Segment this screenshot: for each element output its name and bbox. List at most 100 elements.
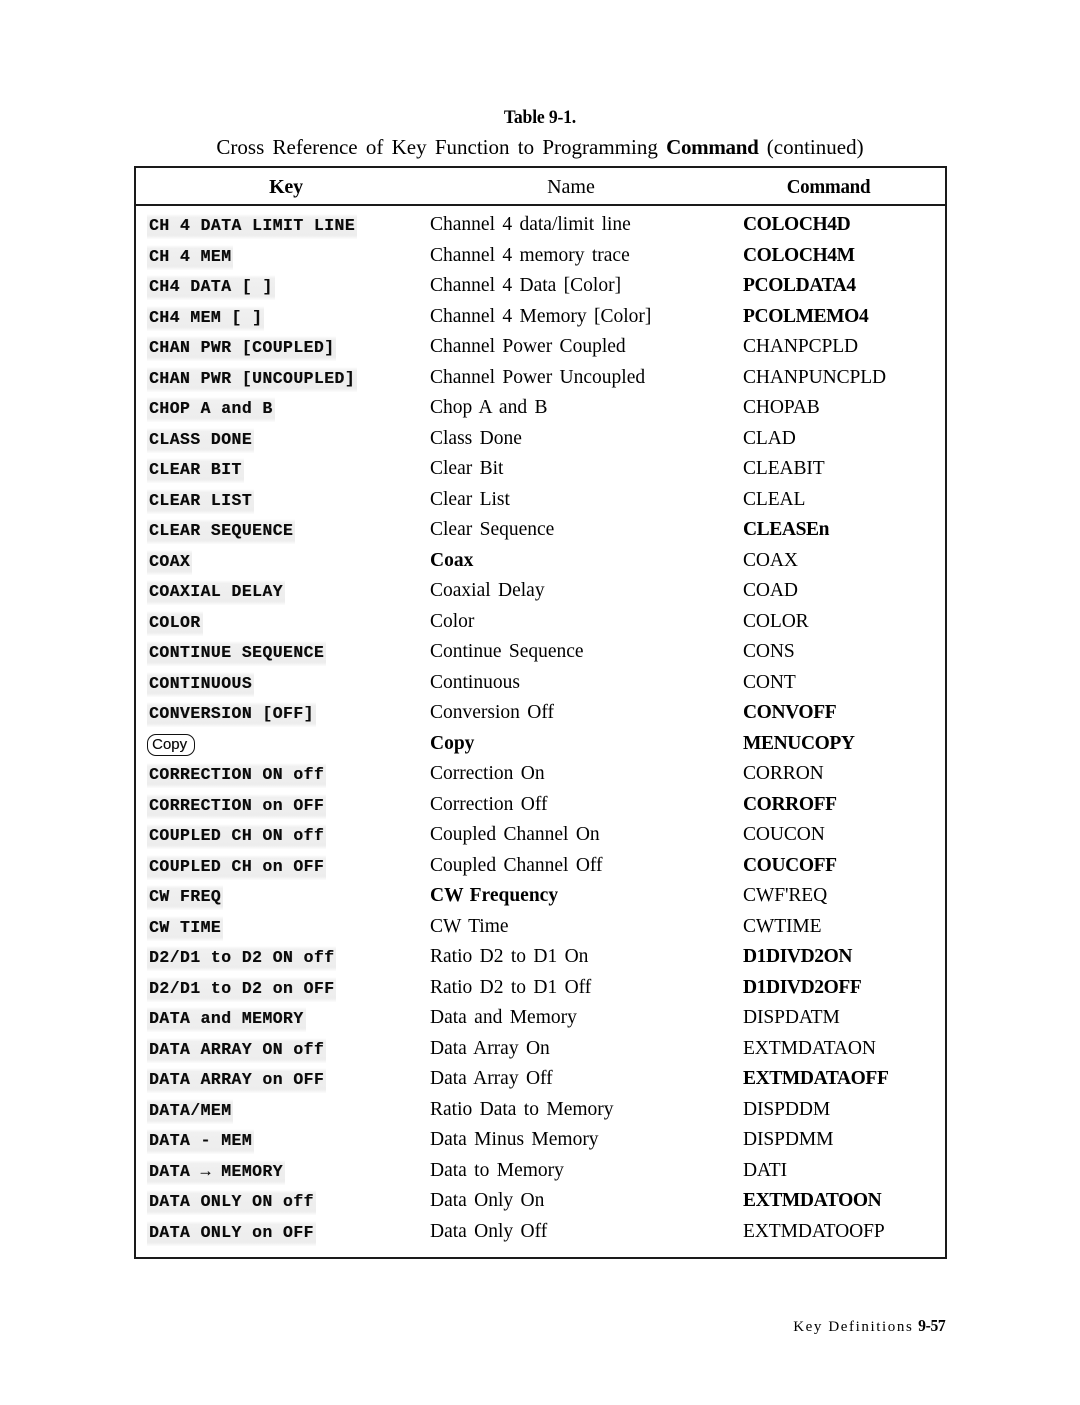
- table-row: DATA ONLY ON off Data Only On EXTMDATOON: [136, 1187, 945, 1218]
- table-row: CH4 DATA [ ] Channel 4 Data [Color] PCOLDA…: [136, 272, 945, 303]
- table-row: CH 4 MEM Channel 4 memory trace COLOCH4M: [136, 242, 945, 273]
- key-function-name: Chop A and B: [430, 397, 548, 418]
- key-function-name: Channel 4 data/limit line: [430, 214, 631, 235]
- table-row: CONVERSION [OFF] Conversion Off CONVOFF: [136, 699, 945, 730]
- table-row: COAXIAL DELAY Coaxial Delay COAD: [136, 577, 945, 608]
- key-function-name: Correction Off: [430, 793, 548, 815]
- programming-command: COUCOFF: [743, 854, 837, 876]
- key-function-name: Coaxial Delay: [430, 580, 545, 601]
- softkey-label: COUPLED CH ON off: [147, 824, 327, 849]
- programming-command: DISPDMM: [743, 1129, 834, 1150]
- key-function-name: Data and Memory: [430, 1007, 577, 1028]
- table-row: CW FREQ CW Frequency CWF'REQ: [136, 882, 945, 913]
- table-row: CH4 MEM [ ] Channel 4 Memory [Color] PCOLM…: [136, 303, 945, 334]
- programming-command: COLOCH4M: [743, 244, 855, 266]
- softkey-label: CHAN PWR [UNCOUPLED]: [147, 366, 358, 392]
- table-title-block: Table 9-1. Cross Reference of Key Functi…: [0, 106, 1080, 162]
- softkey-label: DATA - MEM: [147, 1129, 255, 1154]
- table-row: CLEAR SEQUENCE Clear Sequence CLEASEn: [136, 516, 945, 547]
- key-function-name: Channel 4 Data [Color]: [430, 275, 622, 296]
- softkey-label: CLEAR SEQUENCE: [147, 519, 296, 544]
- programming-command: CLEABIT: [743, 458, 825, 479]
- programming-command: PCOLMEMO4: [743, 305, 869, 327]
- table-header-row: Key Name Command: [136, 168, 945, 206]
- table-row: CORRECTION on OFF Correction Off CORROFF: [136, 791, 945, 822]
- programming-command: CORROFF: [743, 793, 837, 815]
- softkey-label: DATA ONLY on OFF: [147, 1220, 316, 1246]
- key-function-name: Copy: [430, 732, 475, 754]
- softkey-label: CONTINUOUS: [147, 671, 255, 697]
- programming-command: CONVOFF: [743, 702, 837, 723]
- key-function-name: Ratio D2 to D1 On: [430, 946, 589, 967]
- programming-command: DISPDATM: [743, 1007, 840, 1028]
- key-function-name: Ratio D2 to D1 Off: [430, 976, 592, 998]
- programming-command: COAD: [743, 580, 798, 601]
- table-row: DATA ARRAY ON off Data Array On EXTMDATAON: [136, 1035, 945, 1066]
- table-row: CHAN PWR [COUPLED] Channel Power Coupled C…: [136, 333, 945, 364]
- column-header-command: Command: [786, 176, 871, 198]
- key-function-name: Continuous: [430, 671, 520, 693]
- key-function-name: Data Minus Memory: [430, 1129, 599, 1150]
- programming-command: EXTMDATOOFP: [743, 1220, 885, 1242]
- footer-page-number: 9-57: [918, 1316, 947, 1335]
- key-function-name: CW Frequency: [430, 885, 559, 906]
- table-row: COUPLED CH on OFF Coupled Channel Off COUC…: [136, 852, 945, 883]
- programming-command: COLOR: [743, 610, 809, 632]
- key-function-name: Clear Bit: [430, 458, 504, 479]
- table-row: CLASS DONE Class Done CLAD: [136, 425, 945, 456]
- programming-command: CLAD: [743, 427, 796, 449]
- softkey-label: DATA ARRAY on OFF: [147, 1068, 327, 1093]
- key-function-name: Clear Sequence: [430, 519, 555, 540]
- softkey-label: CH 4 DATA LIMIT LINE: [147, 214, 358, 239]
- table-row: CHOP A and B Chop A and B CHOPAB: [136, 394, 945, 425]
- table-row: CH 4 DATA LIMIT LINE Channel 4 data/limit…: [136, 211, 945, 242]
- page-footer: Key Definitions 9-57: [793, 1316, 947, 1337]
- key-function-name: Coupled Channel Off: [430, 854, 603, 876]
- key-function-name: Clear List: [430, 488, 510, 510]
- table-row: COAX Coax COAX: [136, 547, 945, 578]
- table-row: DATA → MEMORY Data to Memory DATI: [136, 1157, 945, 1188]
- programming-command: CORRON: [743, 763, 824, 784]
- key-function-name: Data Only On: [430, 1190, 545, 1211]
- table-row: D2/D1 to D2 ON off Ratio D2 to D1 On D1DIV…: [136, 943, 945, 974]
- table-row: CHAN PWR [UNCOUPLED] Channel Power Uncoup…: [136, 364, 945, 395]
- softkey-label: COAXIAL DELAY: [147, 580, 285, 605]
- programming-command: MENUCOPY: [743, 732, 855, 754]
- key-function-name: Channel Power Uncoupled: [430, 366, 646, 388]
- table-row: CORRECTION ON off Correction On CORRON: [136, 760, 945, 791]
- softkey-label: CHOP A and B: [147, 397, 275, 422]
- table-body: CH 4 DATA LIMIT LINE Channel 4 data/limit…: [136, 206, 945, 1257]
- footer-section-label: Key Definitions: [793, 1319, 914, 1335]
- table-number: Table 9-1.: [503, 107, 577, 128]
- programming-command: DATI: [743, 1159, 788, 1181]
- softkey-label: CONVERSION [OFF]: [147, 702, 316, 727]
- key-function-name: Channel Power Coupled: [430, 336, 626, 357]
- table-row: COUPLED CH ON off Coupled Channel On COUCO…: [136, 821, 945, 852]
- table-row: CONTINUE SEQUENCE Continue Sequence CONS: [136, 638, 945, 669]
- key-function-name: CW Time: [430, 915, 509, 937]
- programming-command: COLOCH4D: [743, 214, 851, 235]
- programming-command: EXTMDATAOFF: [743, 1068, 889, 1089]
- table-row: CONTINUOUS Continuous CONT: [136, 669, 945, 700]
- softkey-label: CH 4 MEM: [147, 244, 234, 270]
- programming-command: COUCON: [743, 824, 825, 845]
- front-panel-key-label: Copy: [147, 733, 196, 756]
- programming-command: CWF'REQ: [743, 885, 828, 906]
- softkey-label: CHAN PWR [COUPLED]: [147, 336, 337, 361]
- programming-command: CLEASEn: [743, 519, 830, 540]
- column-header-key: Key: [269, 176, 303, 198]
- programming-command: D1DIVD2OFF: [743, 976, 862, 998]
- programming-command: PCOLDATA4: [743, 275, 856, 296]
- softkey-label: COUPLED CH on OFF: [147, 854, 327, 880]
- softkey-label: DATA ONLY ON off: [147, 1190, 316, 1215]
- programming-command: CHANPCPLD: [743, 336, 859, 357]
- key-function-name: Correction On: [430, 763, 545, 784]
- programming-command: EXTMDATOON: [743, 1190, 882, 1211]
- softkey-label: CORRECTION ON off: [147, 763, 327, 788]
- table-row: CW TIME CW Time CWTIME: [136, 913, 945, 944]
- softkey-label: DATA/MEM: [147, 1098, 234, 1124]
- key-function-name: Data Array Off: [430, 1068, 553, 1089]
- cross-reference-table: Key Name Command CH 4 DATA LIMIT LINE Cha…: [134, 166, 947, 1259]
- table-caption-suffix: (continued): [758, 135, 864, 159]
- table-caption: Cross Reference of Key Function to Progr…: [0, 132, 1080, 162]
